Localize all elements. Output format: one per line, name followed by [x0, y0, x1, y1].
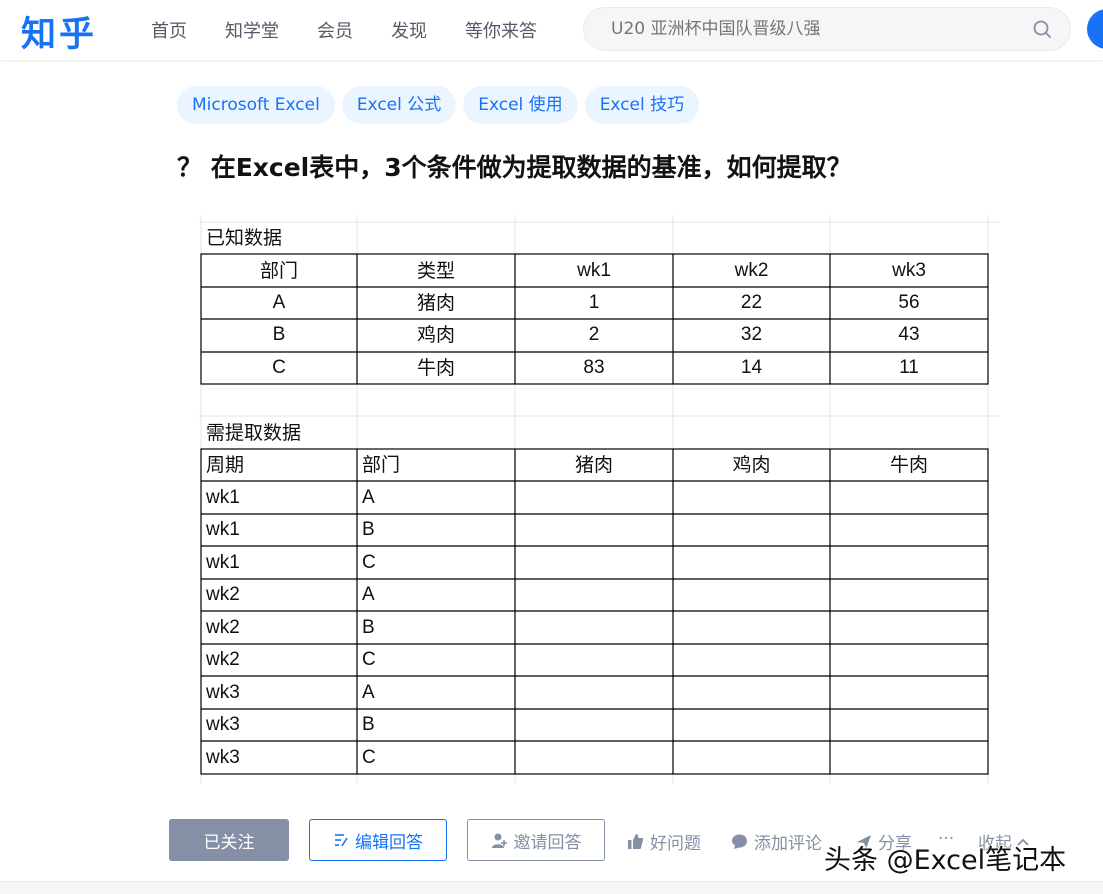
nav-zhixuetang[interactable]: 知学堂 — [225, 17, 279, 43]
known-data-cell: 14 — [740, 357, 763, 378]
extract-data-cell: wk3 — [206, 747, 240, 768]
good-question-label: 好问题 — [650, 834, 701, 854]
main-nav: 首页 知学堂 会员 发现 等你来答 — [151, 17, 575, 43]
extract-data-cell: wk2 — [206, 584, 240, 605]
spreadsheet-image: 部门 类型 wk1 wk2 wk3 A 猪肉 1 22 56 B 鸡肉 2 32 43 C 牛肉 83 14 11 周… — [199, 215, 999, 783]
extract-data-cell: wk1 — [206, 487, 240, 508]
known-data-cell: 猪肉 — [416, 292, 455, 314]
extract-data-cell: B — [362, 714, 375, 735]
invite-answer-label: 邀请回答 — [513, 832, 582, 853]
known-data-cell: 鸡肉 — [416, 324, 455, 346]
known-data-cell: 32 — [740, 324, 763, 345]
add-comment-button[interactable]: 添加评论 — [731, 829, 822, 854]
add-comment-label: 添加评论 — [754, 834, 822, 854]
good-question-button[interactable]: 好问题 — [627, 829, 701, 854]
known-data-cell: B — [272, 324, 286, 345]
known-data-title: 已知数据 — [206, 227, 283, 249]
comment-icon — [732, 834, 747, 849]
topic-tag[interactable]: Excel 公式 — [341, 86, 457, 124]
known-data-cell: 56 — [898, 292, 920, 313]
known-header-cell: wk1 — [577, 260, 611, 281]
known-data-cell: 83 — [583, 357, 605, 378]
extract-data-cell: A — [362, 487, 375, 508]
followed-button[interactable]: 已关注 — [169, 819, 289, 861]
extract-data-cell: wk2 — [206, 649, 240, 670]
topic-list: Microsoft Excel Excel 公式 Excel 使用 Excel … — [177, 86, 706, 124]
extract-header-cell: 周期 — [206, 454, 245, 476]
extract-header-cell: 部门 — [362, 454, 401, 476]
known-data-cell: 11 — [899, 357, 919, 378]
known-data-cell: C — [272, 357, 286, 378]
topic-tag[interactable]: Microsoft Excel — [177, 86, 335, 124]
known-header-cell: 部门 — [259, 260, 298, 282]
extract-data-cell: A — [362, 584, 375, 605]
known-data-cell: 1 — [588, 292, 600, 313]
extract-header-cell: 猪肉 — [574, 454, 613, 476]
known-header-cell: 类型 — [416, 260, 455, 282]
extract-data-cell: wk2 — [206, 617, 240, 638]
extract-data-cell: B — [362, 617, 375, 638]
search-box — [583, 7, 1071, 51]
topic-tag[interactable]: Excel 技巧 — [584, 86, 700, 124]
extract-data-cell: B — [362, 519, 375, 540]
edit-answer-label: 编辑回答 — [355, 832, 423, 853]
page-bottom-border — [0, 881, 1103, 894]
nav-discover[interactable]: 发现 — [391, 17, 427, 43]
invite-answer-button[interactable]: 邀请回答 — [467, 819, 605, 861]
nav-waiting-answer[interactable]: 等你来答 — [465, 17, 537, 43]
extract-header-cell: 牛肉 — [889, 454, 928, 476]
extract-data-cell: A — [362, 682, 375, 703]
extract-data-cell: wk3 — [206, 714, 240, 735]
topic-tag[interactable]: Excel 使用 — [463, 86, 578, 124]
known-header-cell: wk2 — [734, 260, 769, 281]
nav-vip[interactable]: 会员 — [317, 17, 353, 43]
extract-data-cell: wk1 — [206, 552, 240, 573]
extract-data-cell: C — [362, 552, 376, 573]
question-title: ？ 在Excel表中，3个条件做为提取数据的基准，如何提取？ — [177, 153, 852, 182]
extract-data-title: 需提取数据 — [206, 422, 302, 444]
nav-home[interactable]: 首页 — [151, 17, 187, 43]
known-data-cell: 牛肉 — [416, 357, 455, 379]
edit-icon — [335, 834, 348, 847]
known-data-cell: 43 — [898, 324, 920, 345]
known-data-cell: A — [272, 292, 286, 313]
watermark: 头条 @Excel笔记本 — [824, 845, 1067, 876]
edit-answer-button[interactable]: 编辑回答 — [309, 819, 447, 861]
search-icon[interactable] — [1032, 19, 1052, 39]
extract-header-cell: 鸡肉 — [732, 454, 771, 476]
extract-data-cell: wk3 — [206, 682, 240, 703]
search-input[interactable] — [609, 18, 1013, 40]
add-user-icon — [491, 833, 507, 848]
known-data-cell: 22 — [740, 292, 763, 313]
zhihu-logo[interactable]: 知乎 — [21, 6, 97, 57]
ask-question-button[interactable] — [1087, 9, 1103, 49]
known-data-cell: 2 — [588, 324, 600, 345]
extract-data-cell: C — [362, 747, 376, 768]
extract-data-cell: C — [362, 649, 376, 670]
top-header: 知乎 首页 知学堂 会员 发现 等你来答 — [0, 0, 1103, 60]
thumbs-up-icon — [628, 834, 644, 849]
known-header-cell: wk3 — [892, 260, 926, 281]
extract-data-cell: wk1 — [206, 519, 240, 540]
